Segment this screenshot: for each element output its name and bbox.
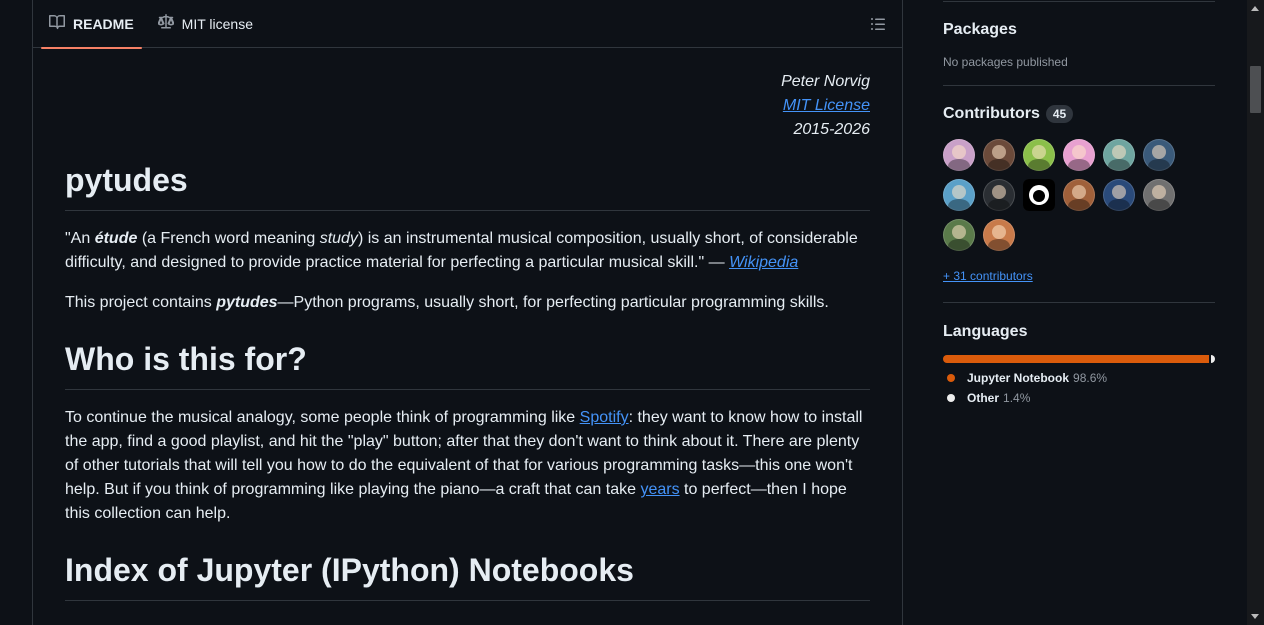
- contributor-avatar[interactable]: [943, 139, 975, 171]
- contributor-avatar[interactable]: [943, 179, 975, 211]
- years-text: 2015-2026: [793, 121, 870, 138]
- book-icon: [49, 14, 65, 33]
- contributor-avatar[interactable]: [983, 139, 1015, 171]
- outline-list-icon[interactable]: [870, 16, 886, 32]
- language-percent: 1.4%: [1003, 391, 1031, 405]
- etude-quote: "An étude (a French word meaning study) …: [65, 230, 858, 271]
- contributor-avatar[interactable]: [1063, 179, 1095, 211]
- scroll-thumb[interactable]: [1250, 66, 1261, 113]
- language-bar-segment: [943, 355, 1210, 363]
- packages-empty-text: No packages published: [943, 55, 1068, 69]
- project-description: This project contains pytudes—Python pro…: [65, 294, 829, 311]
- packages-section: Packages No packages published: [943, 2, 1215, 86]
- wikipedia-link[interactable]: Wikipedia: [729, 254, 798, 271]
- readme-panel: README MIT license Peter Norvig MIT Lice…: [32, 0, 903, 625]
- language-percent: 98.6%: [1073, 371, 1108, 385]
- contributors-avatars: [943, 139, 1215, 251]
- language-item[interactable]: Jupyter Notebook 98.6%: [943, 371, 1215, 385]
- scale-icon: [157, 14, 175, 33]
- tab-readme-label: README: [73, 15, 134, 32]
- tab-license[interactable]: MIT license: [150, 0, 261, 48]
- languages-list: Jupyter Notebook 98.6% Other 1.4%: [943, 371, 1215, 405]
- tab-readme[interactable]: README: [41, 0, 142, 49]
- more-contributors-link[interactable]: + 31 contributors: [943, 269, 1033, 283]
- packages-heading[interactable]: Packages: [943, 21, 1017, 39]
- page-scrollbar[interactable]: [1247, 0, 1264, 625]
- contributor-avatar[interactable]: [1143, 179, 1175, 211]
- author-name: Peter Norvig: [781, 73, 870, 90]
- contributors-count-badge: 45: [1045, 105, 1074, 123]
- repo-sidebar: Packages No packages published Contribut…: [943, 0, 1215, 405]
- language-color-dot: [947, 394, 955, 402]
- contributor-avatar[interactable]: [983, 219, 1015, 251]
- spotify-link[interactable]: Spotify: [580, 409, 629, 426]
- scroll-down-icon[interactable]: [1251, 614, 1259, 619]
- contributor-avatar[interactable]: [1143, 139, 1175, 171]
- license-link[interactable]: MIT License: [783, 97, 870, 114]
- tab-license-label: MIT license: [181, 15, 253, 32]
- section-heading-index: Index of Jupyter (IPython) Notebooks: [65, 550, 870, 601]
- language-name: Jupyter Notebook: [967, 371, 1070, 385]
- language-item[interactable]: Other 1.4%: [943, 391, 1215, 405]
- years-link[interactable]: years: [640, 481, 679, 498]
- section-heading-who: Who is this for?: [65, 339, 870, 390]
- languages-bar: [943, 355, 1215, 363]
- contributor-avatar[interactable]: [943, 219, 975, 251]
- contributors-section: Contributors 45 + 31 contributors: [943, 86, 1215, 303]
- contributor-avatar[interactable]: [1063, 139, 1095, 171]
- readme-tabbar: README MIT license: [33, 0, 902, 49]
- page-title: pytudes: [65, 160, 870, 211]
- languages-heading: Languages: [943, 323, 1028, 340]
- contributors-heading[interactable]: Contributors: [943, 105, 1040, 123]
- language-color-dot: [947, 374, 955, 382]
- scroll-up-icon[interactable]: [1251, 6, 1259, 11]
- contributor-avatar[interactable]: [1103, 179, 1135, 211]
- attribution: Peter Norvig MIT License 2015-2026: [65, 70, 870, 142]
- contributor-avatar[interactable]: [1023, 179, 1055, 211]
- contributor-avatar[interactable]: [983, 179, 1015, 211]
- contributor-avatar[interactable]: [1023, 139, 1055, 171]
- analogy-paragraph: To continue the musical analogy, some pe…: [65, 409, 863, 522]
- contributor-avatar[interactable]: [1103, 139, 1135, 171]
- language-name: Other: [967, 391, 1000, 405]
- language-bar-segment: [1211, 355, 1215, 363]
- languages-section: Languages Jupyter Notebook 98.6% Other 1.4%: [943, 303, 1215, 405]
- readme-body: Peter Norvig MIT License 2015-2026 pytud…: [33, 48, 902, 601]
